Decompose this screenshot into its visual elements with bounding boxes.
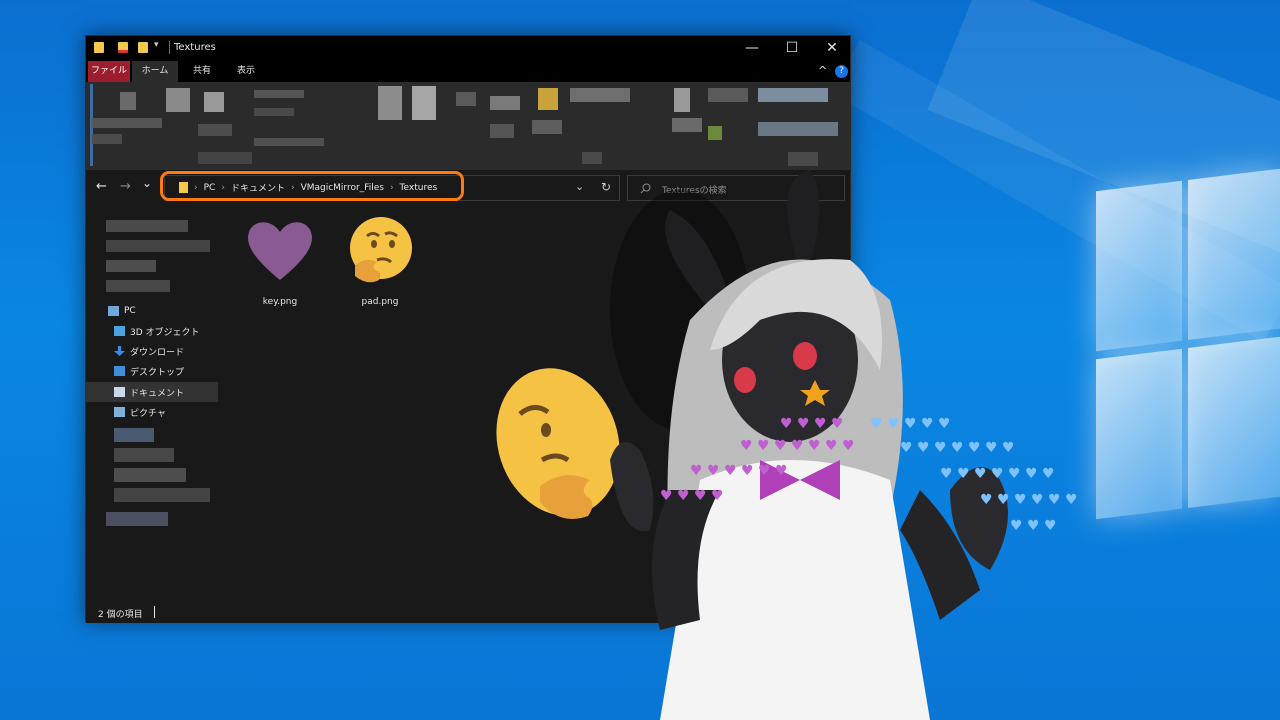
nav-item-3d-objects[interactable]: 3D オブジェクト — [114, 322, 200, 340]
download-icon — [114, 346, 125, 356]
folder-icon — [94, 42, 104, 53]
cube-icon — [114, 326, 125, 336]
item-count: 2 個の項目 — [98, 610, 143, 620]
properties-icon[interactable] — [118, 42, 128, 53]
svg-text:♥ ♥ ♥ ♥: ♥ ♥ ♥ ♥ — [780, 416, 844, 432]
svg-text:♥ ♥ ♥ ♥: ♥ ♥ ♥ ♥ — [660, 488, 724, 504]
status-divider — [154, 606, 155, 618]
document-icon — [114, 387, 125, 397]
ribbon-commands-pixelated — [86, 82, 850, 170]
pixelated-nav-items — [114, 428, 154, 442]
tab-view[interactable]: 表示 — [226, 61, 266, 82]
pixelated-nav-items — [114, 448, 174, 462]
nav-item-downloads[interactable]: ダウンロード — [114, 342, 184, 360]
file-name: pad.png — [361, 297, 399, 307]
pixelated-nav-items — [106, 512, 168, 526]
address-highlight-annotation — [160, 171, 464, 201]
tab-share[interactable]: 共有 — [182, 61, 222, 82]
file-item-key[interactable]: key.png — [240, 214, 320, 307]
svg-text:♥ ♥ ♥ ♥ ♥ ♥ ♥: ♥ ♥ ♥ ♥ ♥ ♥ ♥ — [740, 438, 855, 454]
nav-item-label: ダウンロード — [130, 347, 185, 358]
nav-item-documents[interactable]: ドキュメント — [114, 383, 184, 401]
nav-item-label: ピクチャ — [130, 408, 166, 419]
help-button[interactable]: ? — [835, 65, 848, 78]
pc-icon — [108, 306, 119, 316]
back-button[interactable]: ← — [96, 179, 107, 194]
purple-heart-icon — [248, 222, 312, 280]
collapse-ribbon-button[interactable]: ^ — [818, 64, 827, 77]
nav-item-desktop[interactable]: デスクトップ — [114, 362, 184, 380]
window-title: Textures — [174, 42, 216, 53]
avatar-eye — [734, 367, 756, 393]
pixelated-quick-access — [106, 280, 170, 292]
nav-item-pictures[interactable]: ピクチャ — [114, 403, 166, 421]
avatar-eye — [793, 342, 817, 370]
title-bar[interactable]: ▾ Textures — ☐ ✕ — [86, 36, 850, 60]
nav-item-label: ドキュメント — [130, 388, 185, 399]
pixelated-nav-items — [114, 468, 186, 482]
pixelated-nav-items — [114, 488, 210, 502]
svg-text:♥ ♥ ♥ ♥ ♥ ♥ ♥: ♥ ♥ ♥ ♥ ♥ ♥ ♥ — [900, 440, 1015, 456]
new-folder-icon[interactable] — [138, 42, 148, 53]
pixelated-quick-access — [106, 220, 188, 232]
desktop-icon — [114, 366, 125, 376]
picture-icon — [114, 407, 125, 417]
title-divider — [169, 41, 170, 54]
customize-quick-access-icon[interactable]: ▾ — [154, 40, 159, 50]
tab-file[interactable]: ファイル — [88, 61, 130, 82]
svg-text:♥ ♥ ♥ ♥ ♥ ♥: ♥ ♥ ♥ ♥ ♥ ♥ — [690, 463, 788, 479]
thinking-face-icon — [350, 217, 412, 283]
recent-locations-button[interactable]: ⌄ — [142, 176, 152, 190]
thinking-face-sign — [496, 368, 620, 519]
avatar-ear — [787, 170, 820, 270]
svg-text:♥ ♥ ♥ ♥ ♥ ♥: ♥ ♥ ♥ ♥ ♥ ♥ — [980, 492, 1078, 508]
svg-text:♥ ♥ ♥ ♥ ♥: ♥ ♥ ♥ ♥ ♥ — [870, 416, 951, 432]
nav-item-label: PC — [124, 306, 136, 316]
minimize-button[interactable]: — — [732, 36, 772, 60]
nav-item-label: デスクトップ — [130, 367, 185, 378]
file-name: key.png — [262, 297, 298, 307]
svg-text:♥ ♥ ♥ ♥ ♥ ♥ ♥: ♥ ♥ ♥ ♥ ♥ ♥ ♥ — [940, 466, 1055, 482]
pixelated-quick-access — [106, 240, 210, 252]
vtuber-avatar-overlay: ♥ ♥ ♥ ♥ ♥ ♥ ♥ ♥ ♥ ♥ ♥ ♥ ♥ ♥ ♥ ♥ ♥ ♥ ♥ ♥ … — [496, 170, 1078, 720]
forward-button[interactable]: → — [120, 179, 131, 194]
nav-item-label: 3D オブジェクト — [130, 327, 200, 338]
svg-text:♥ ♥ ♥: ♥ ♥ ♥ — [1010, 518, 1057, 534]
avatar-hand — [610, 442, 654, 532]
file-item-pad[interactable]: pad.png — [340, 214, 420, 307]
maximize-button[interactable]: ☐ — [772, 36, 812, 60]
navigation-pane: PC 3D オブジェクト ダウンロード デスクトップ ドキュメント ピクチャ — [86, 206, 220, 603]
close-button[interactable]: ✕ — [812, 36, 852, 60]
nav-item-pc[interactable]: PC — [108, 302, 136, 320]
pixelated-quick-access — [106, 260, 156, 272]
ribbon-tab-bar: ファイル ホーム 共有 表示 ^ ? — [86, 60, 850, 82]
tab-home[interactable]: ホーム — [132, 61, 178, 82]
